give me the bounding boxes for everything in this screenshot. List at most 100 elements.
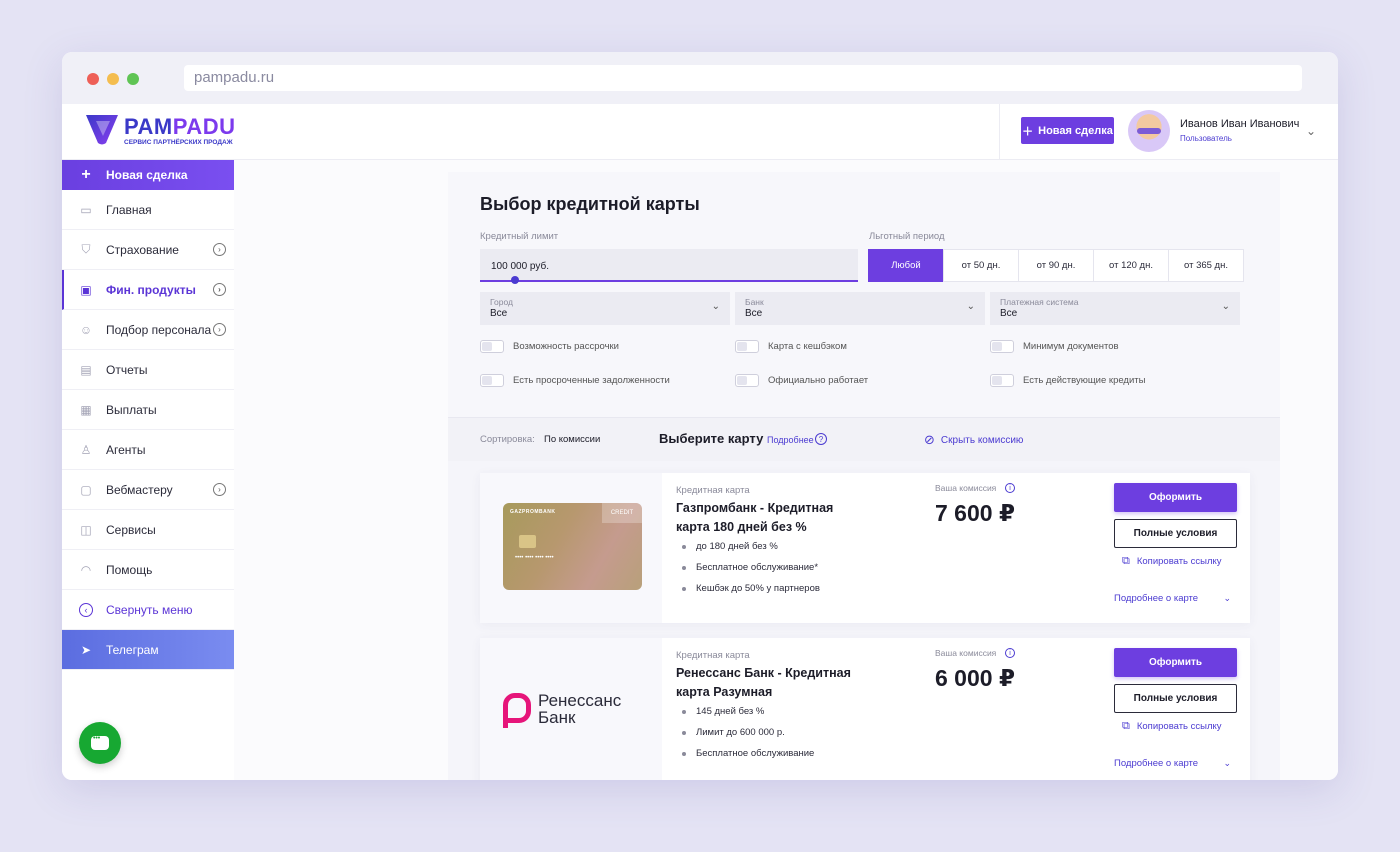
close-window-button[interactable]	[87, 73, 99, 85]
choose-card-heading: Выберите карту	[659, 431, 764, 446]
toggle-label: Есть просроченные задолженности	[513, 375, 670, 386]
apply-button[interactable]: Оформить	[1114, 648, 1237, 677]
toggle-overdue-debts[interactable]: Есть просроченные задолженности	[480, 374, 670, 387]
report-icon: ▤	[80, 362, 92, 377]
monitor-icon: ▭	[80, 202, 92, 217]
sidebar-item-main[interactable]: ▭ Главная	[62, 190, 234, 230]
full-conditions-button[interactable]: Полные условия	[1114, 519, 1237, 548]
card-selection-panel: Выбор кредитной карты Кредитный лимит 10…	[448, 172, 1280, 780]
chevron-down-icon[interactable]: ⌄	[1306, 124, 1316, 138]
maximize-window-button[interactable]	[127, 73, 139, 85]
arrow-right-icon: ›	[213, 243, 226, 256]
period-option-120[interactable]: от 120 дн.	[1093, 249, 1169, 282]
toggle-active-credits[interactable]: Есть действующие кредиты	[990, 374, 1145, 387]
sidebar-item-fin-products[interactable]: ▣ Фин. продукты ›	[62, 270, 234, 310]
webmaster-icon: ▢	[80, 482, 92, 497]
payments-icon: ▦	[80, 402, 92, 417]
pampadu-logo[interactable]: PAMPADU СЕРВИС ПАРТНЁРСКИХ ПРОДАЖ	[84, 112, 236, 152]
period-option-365[interactable]: от 365 дн.	[1168, 249, 1244, 282]
sidebar-item-label: Фин. продукты	[106, 282, 196, 297]
card-bank-text: GAZPROMBANK	[510, 509, 556, 515]
limit-slider-handle[interactable]	[511, 276, 519, 284]
sidebar-item-agents[interactable]: ♙ Агенты	[62, 430, 234, 470]
copy-link-label: Копировать ссылку	[1136, 721, 1222, 732]
card-details-toggle[interactable]: Подробнее о карте ⌄	[1114, 593, 1237, 604]
info-icon[interactable]: i	[1005, 483, 1015, 493]
toggle-switch[interactable]	[990, 340, 1014, 353]
sidebar-item-help[interactable]: ◠ Помощь	[62, 550, 234, 590]
sidebar-new-deal-button[interactable]: + Новая сделка	[62, 160, 234, 190]
minimize-window-button[interactable]	[107, 73, 119, 85]
toggle-switch[interactable]	[480, 374, 504, 387]
apply-button[interactable]: Оформить	[1114, 483, 1237, 512]
sort-bar: Сортировка: По комиссии Выберите карту П…	[448, 417, 1280, 461]
card-details-toggle[interactable]: Подробнее о карте ⌄	[1114, 758, 1237, 769]
address-bar[interactable]: pampadu.ru	[184, 65, 1302, 91]
sidebar-item-recruitment[interactable]: ☺ Подбор персонала ›	[62, 310, 234, 350]
toggle-switch[interactable]	[990, 374, 1014, 387]
toggle-label: Есть действующие кредиты	[1023, 375, 1146, 386]
list-item: Кешбэк до 50% у партнеров	[676, 583, 820, 604]
sidebar: + Новая сделка ▭ Главная ⛉ Страхование ›…	[62, 160, 234, 780]
telegram-icon: ➤	[80, 642, 92, 657]
credit-limit-input[interactable]: 100 000 руб.	[480, 249, 858, 282]
sidebar-item-telegram[interactable]: ➤ Телеграм	[62, 630, 234, 670]
help-icon: ◠	[80, 562, 92, 577]
sidebar-item-services[interactable]: ◫ Сервисы	[62, 510, 234, 550]
logo-line: Ренессанс	[538, 691, 622, 710]
sidebar-new-deal-label: Новая сделка	[106, 168, 188, 182]
card-name: Газпромбанк - Кредитная карта 180 дней б…	[676, 501, 834, 534]
sidebar-item-insurance[interactable]: ⛉ Страхование ›	[62, 230, 234, 270]
briefcase-icon: ◫	[80, 522, 92, 537]
city-select[interactable]: Город Все ⌄	[480, 292, 730, 325]
sort-select[interactable]: По комиссии	[544, 434, 600, 445]
full-conditions-button[interactable]: Полные условия	[1114, 684, 1237, 713]
sidebar-item-label: Отчеты	[106, 362, 148, 377]
more-info-link[interactable]: Подробнее	[767, 435, 814, 445]
toggle-min-documents[interactable]: Минимум документов	[990, 340, 1119, 353]
toggle-switch[interactable]	[735, 374, 759, 387]
card-type: Кредитная карта	[676, 485, 750, 496]
sidebar-collapse-label: Свернуть меню	[106, 602, 193, 617]
logo-mark-icon	[86, 115, 118, 145]
avatar[interactable]	[1128, 110, 1170, 152]
page-title: Выбор кредитной карты	[480, 194, 700, 214]
city-select-label: Город	[490, 297, 513, 307]
toggle-installments[interactable]: Возможность рассрочки	[480, 340, 619, 353]
credit-card-offer: Ренессанс Банк Кредитная карта Ренессанс…	[480, 638, 1250, 780]
arrow-right-icon: ›	[213, 323, 226, 336]
payment-system-select[interactable]: Платежная система Все ⌄	[990, 292, 1240, 325]
toggle-officially-employed[interactable]: Официально работает	[735, 374, 868, 387]
toggle-switch[interactable]	[735, 340, 759, 353]
filters-section: Выбор кредитной карты Кредитный лимит 10…	[448, 172, 1280, 417]
card-type: Кредитная карта	[676, 650, 750, 661]
copy-link-button[interactable]: ⧉ Копировать ссылку	[1122, 720, 1222, 733]
logo-text-accent: PADU	[172, 114, 236, 139]
list-item: Лимит до 600 000 р.	[676, 727, 814, 748]
chevron-down-icon: ⌄	[1221, 301, 1230, 312]
payment-select-value: Все	[1000, 308, 1018, 319]
period-option-any[interactable]: Любой	[868, 249, 944, 282]
sidebar-item-label: Помощь	[106, 562, 153, 577]
sidebar-item-webmaster[interactable]: ▢ Вебмастеру ›	[62, 470, 234, 510]
copy-link-button[interactable]: ⧉ Копировать ссылку	[1122, 555, 1222, 568]
info-icon[interactable]: i	[1005, 648, 1015, 658]
toggle-label: Минимум документов	[1023, 341, 1119, 352]
period-option-50[interactable]: от 50 дн.	[943, 249, 1019, 282]
hide-commission-link[interactable]: ⊘ Скрыть комиссию	[924, 432, 1023, 448]
toggle-switch[interactable]	[480, 340, 504, 353]
sidebar-item-payments[interactable]: ▦ Выплаты	[62, 390, 234, 430]
question-icon[interactable]: ?	[815, 433, 827, 445]
eye-off-icon: ⊘	[924, 432, 935, 447]
toggle-cashback[interactable]: Карта с кешбэком	[735, 340, 847, 353]
period-option-90[interactable]: от 90 дн.	[1018, 249, 1094, 282]
sidebar-collapse-button[interactable]: ‹ Свернуть меню	[62, 590, 234, 630]
sidebar-item-reports[interactable]: ▤ Отчеты	[62, 350, 234, 390]
chat-widget-button[interactable]	[79, 722, 121, 764]
sidebar-item-label: Вебмастеру	[106, 482, 173, 497]
card-image-area: GAZPROMBANK CREDIT •••• •••• •••• ••••	[480, 473, 662, 623]
city-select-value: Все	[490, 308, 508, 319]
bank-select[interactable]: Банк Все ⌄	[735, 292, 985, 325]
new-deal-header-button[interactable]: ＋ Новая сделка	[1021, 117, 1114, 144]
user-name[interactable]: Иванов Иван Иванович	[1180, 118, 1299, 130]
